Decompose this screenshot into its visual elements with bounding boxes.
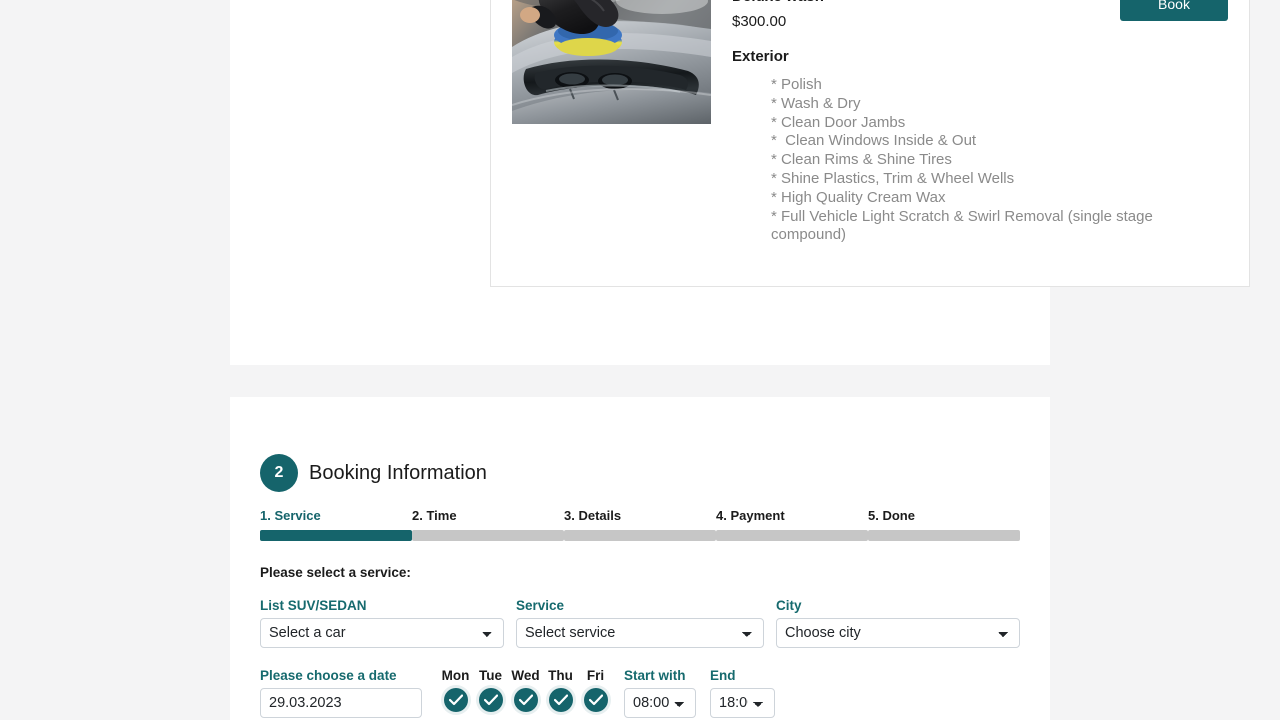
check-icon[interactable] (548, 688, 573, 712)
service-card: Deluxe wash $300.00 Exterior * Polish* W… (490, 0, 1250, 287)
service-photo (512, 0, 711, 124)
weekday-toggles: Mon Tue Wed Thu Fri (438, 668, 613, 712)
book-button[interactable]: Book (1120, 0, 1228, 21)
label-end-time: End (710, 668, 736, 683)
progress-step-label: 4. Payment (716, 508, 785, 523)
check-icon[interactable] (513, 688, 538, 712)
progress-step-bar (260, 530, 412, 541)
check-icon[interactable] (443, 688, 468, 712)
service-feature-item: * Wash & Dry (771, 94, 861, 112)
progress-step-4[interactable]: 4. Payment (716, 508, 868, 541)
label-start-time: Start with (624, 668, 686, 683)
label-city: City (776, 598, 802, 613)
weekday-label: Thu (548, 668, 573, 683)
service-feature-item: * Full Vehicle Light Scratch & Swirl Rem… (771, 207, 1158, 244)
service-feature-item: * Polish (771, 76, 822, 93)
service-select[interactable]: Select service (516, 618, 764, 648)
progress-step-label: 2. Time (412, 508, 457, 523)
car-select[interactable]: Select a car (260, 618, 504, 648)
weekday-mon: Mon (438, 668, 473, 712)
service-feature-item: * Clean Rims & Shine Tires (771, 151, 952, 169)
service-price: $300.00 (732, 13, 787, 30)
service-feature-item: * High Quality Cream Wax (771, 188, 946, 206)
city-select[interactable]: Choose city (776, 618, 1020, 648)
progress-step-bar (412, 530, 564, 541)
progress-step-bar (868, 530, 1020, 541)
field-city: City Choose city (776, 598, 1020, 648)
step-number-badge: 2 (260, 454, 298, 492)
progress-step-1[interactable]: 1. Service (260, 508, 412, 541)
check-icon[interactable] (583, 688, 608, 712)
field-date: Please choose a date (260, 668, 422, 718)
weekday-label: Tue (479, 668, 502, 683)
service-feature-item: * Shine Plastics, Trim & Wheel Wells (771, 169, 1015, 187)
service-title: Deluxe wash (732, 0, 824, 5)
weekday-tue: Tue (473, 668, 508, 712)
weekday-fri: Fri (578, 668, 613, 712)
field-car: List SUV/SEDAN Select a car (260, 598, 504, 648)
service-feature-item: * Clean Door Jambs (771, 113, 906, 131)
field-service: Service Select service (516, 598, 764, 648)
service-feature-list: * Polish * Wash & Dry * Clean Door Jambs * … (771, 76, 1201, 245)
weekday-label: Wed (511, 668, 540, 683)
progress-step-5[interactable]: 5. Done (868, 508, 1020, 541)
service-panel: Deluxe wash $300.00 Exterior * Polish* W… (230, 0, 1250, 365)
car-detailing-polisher-icon (512, 0, 711, 124)
progress-step-3[interactable]: 3. Details (564, 508, 716, 541)
service-feature-item: * Clean Windows Inside & Out (771, 132, 977, 150)
start-time-select[interactable]: 08:00 (624, 688, 696, 718)
weekday-thu: Thu (543, 668, 578, 712)
page-title: Booking Information (309, 462, 487, 484)
progress-step-label: 1. Service (260, 508, 321, 523)
page-root: Deluxe wash $300.00 Exterior * Polish* W… (0, 0, 1280, 720)
date-input[interactable] (260, 688, 422, 718)
label-car: List SUV/SEDAN (260, 598, 367, 613)
label-date: Please choose a date (260, 668, 397, 683)
progress-step-label: 5. Done (868, 508, 915, 523)
progress-step-bar (564, 530, 716, 541)
progress-step-label: 3. Details (564, 508, 622, 523)
label-service: Service (516, 598, 565, 613)
progress-steps: 1. Service 2. Time 3. Details 4. Payment 5. … (260, 508, 1020, 542)
progress-step-bar (716, 530, 868, 541)
field-end-time: End 18:00 (710, 668, 775, 718)
weekday-label: Mon (441, 668, 470, 683)
field-start-time: Start with 08:00 (624, 668, 696, 718)
progress-step-2[interactable]: 2. Time (412, 508, 564, 541)
service-section-heading: Exterior (732, 48, 789, 65)
check-icon[interactable] (478, 688, 503, 712)
weekday-label: Fri (586, 668, 605, 683)
end-time-select[interactable]: 18:00 (710, 688, 775, 718)
weekday-wed: Wed (508, 668, 543, 712)
form-prompt: Please select a service: (260, 565, 411, 580)
